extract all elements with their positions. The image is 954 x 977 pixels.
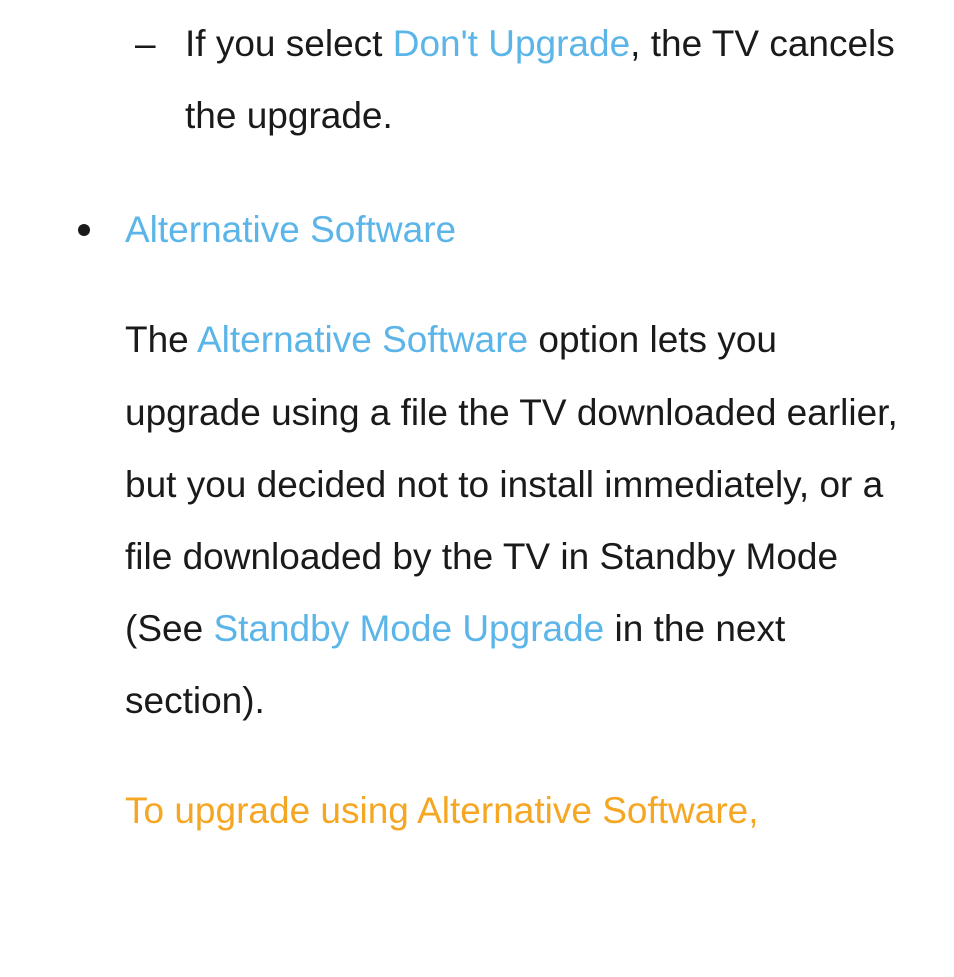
- bullet-marker: [78, 224, 90, 236]
- alternative-software-heading[interactable]: Alternative Software: [125, 209, 456, 250]
- body-text-part1: The: [125, 319, 197, 360]
- dash-text-prefix: If you select: [185, 23, 393, 64]
- footer-paragraph: To upgrade using Alternative Software,: [0, 775, 954, 847]
- dont-upgrade-link[interactable]: Don't Upgrade: [393, 23, 630, 64]
- footer-text: To upgrade using Alternative Software,: [125, 790, 759, 831]
- dash-marker: –: [135, 8, 156, 80]
- standby-mode-upgrade-link[interactable]: Standby Mode Upgrade: [213, 608, 604, 649]
- bullet-list-item: Alternative Software: [0, 194, 954, 266]
- body-text-part2: option lets you upgrade using a file the…: [125, 319, 898, 649]
- dash-list-item: – If you select Don't Upgrade, the TV ca…: [0, 0, 954, 152]
- body-paragraph: The Alternative Software option lets you…: [0, 304, 954, 737]
- alternative-software-link[interactable]: Alternative Software: [197, 319, 528, 360]
